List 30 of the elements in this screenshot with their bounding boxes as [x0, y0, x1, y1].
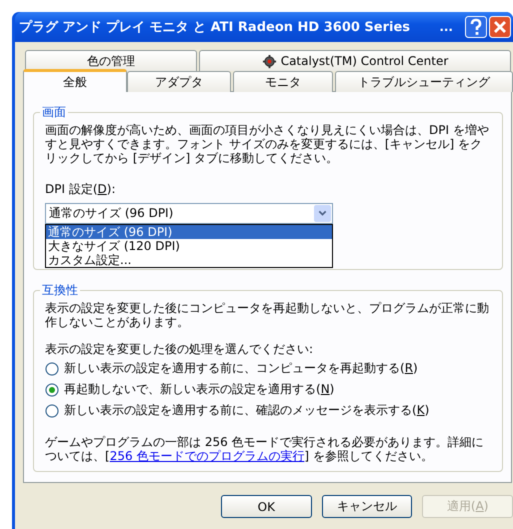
dialog-button[interactable]: OK	[221, 495, 312, 518]
dialog-button[interactable]: キャンセル	[322, 495, 412, 518]
dpi-label: DPI 設定(D):	[45, 181, 116, 198]
dropdown-option[interactable]: 大きなサイズ (120 DPI)	[46, 239, 332, 253]
tab[interactable]: トラブルシューティング	[335, 71, 513, 92]
title-ellipsis: ...	[439, 20, 453, 34]
radio-button[interactable]	[45, 404, 59, 418]
tab[interactable]: 全般	[23, 69, 127, 92]
radio-button[interactable]	[45, 382, 59, 396]
description-text: 画面の解像度が高いため、画面の項目が小さくなり見えにくい場合は、DPI を増やすと見やすくできます。フォント サイズのみを変更するには、[キャンセル] をクリックしてから [デザイン] タブに移動してください。	[45, 123, 490, 165]
dropdown-option[interactable]: 通常のサイズ (96 DPI)	[46, 225, 332, 239]
warning-text: 表示の設定を変更した後にコンピュータを再起動しないと、プログラムが正常に動作しないことがあります。	[45, 301, 490, 329]
tab[interactable]: Catalyst(TM) Control Center	[199, 50, 511, 71]
help-icon[interactable]	[465, 16, 487, 38]
radio-label[interactable]: 再起動しないで、新しい表示の設定を適用する(N)	[64, 381, 334, 398]
tab[interactable]: モニタ	[233, 71, 333, 92]
window-title: プラグ アンド プレイ モニタ と ATI Radeon HD 3600 Series	[19, 18, 410, 36]
dropdown-option[interactable]: カスタム設定...	[46, 253, 332, 267]
prompt-text: 表示の設定を変更した後の処理を選んでください:	[45, 342, 314, 356]
close-icon[interactable]	[489, 16, 511, 38]
gear-icon	[262, 54, 277, 68]
radio-label[interactable]: 新しい表示の設定を適用する前に、コンピュータを再起動する(R)	[64, 360, 418, 377]
tab[interactable]: 色の管理	[25, 50, 197, 71]
dpi-dropdown[interactable]: 通常のサイズ (96 DPI)	[45, 203, 333, 224]
tab[interactable]: アダプタ	[127, 71, 231, 92]
help-link[interactable]: 256 色モードでのプログラムの実行	[110, 449, 304, 463]
radio-button[interactable]	[45, 362, 59, 376]
note-text: ゲームやプログラムの一部は 256 色モードで実行される必要があります。詳細については、[256 色モードでのプログラムの実行] を参照してください。	[45, 435, 485, 463]
group-title: 互換性	[40, 282, 80, 299]
radio-label[interactable]: 新しい表示の設定を適用する前に、確認のメッセージを表示する(K)	[64, 402, 430, 419]
